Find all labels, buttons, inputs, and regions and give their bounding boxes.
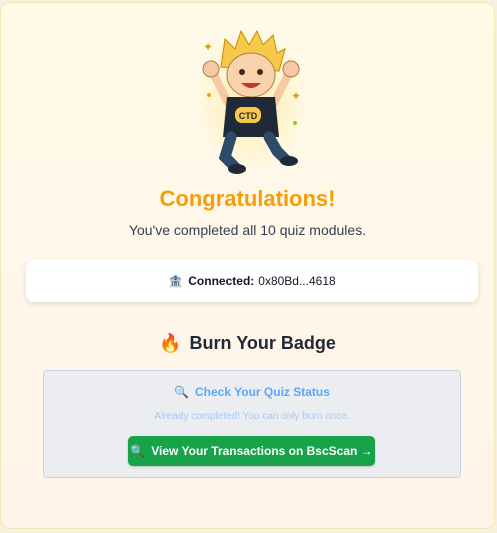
svg-text:✦: ✦ [291,89,301,103]
completion-card: ✦ ✦ ✦ CTD Congrat [0,2,495,529]
fire-icon: 🔥 [159,333,182,353]
bank-icon: 🏦 [168,274,184,288]
view-transactions-button[interactable]: 🔍 View Your Transactions on BscScan → [128,436,375,466]
shirt-logo-text: CTD [239,111,258,121]
wallet-address: 0x80Bd...4618 [258,274,336,288]
page-title: Congratulations! [159,186,336,211]
magnifier-icon: 🔍 [130,444,146,458]
connected-label: Connected: [188,274,255,288]
view-transactions-label: View Your Transactions on BscScan → [151,444,373,458]
completion-message: You've completed all 10 quiz modules. [128,222,367,238]
svg-text:✦: ✦ [203,40,213,54]
check-quiz-status-label: Check Your Quiz Status [195,385,330,399]
magnifier-icon: 🔍 [174,385,190,399]
burn-section-heading: 🔥 Burn Your Badge [1,333,494,354]
mascot-illustration: ✦ ✦ ✦ CTD [191,25,311,175]
wallet-connected-box: 🏦 Connected: 0x80Bd...4618 [26,260,478,302]
check-quiz-status-link[interactable]: 🔍 Check Your Quiz Status [44,385,460,399]
status-message: Already completed! You can only burn onc… [154,411,350,422]
quiz-status-panel: 🔍 Check Your Quiz Status Already complet… [43,370,461,478]
burn-heading-text: Burn Your Badge [189,333,336,353]
